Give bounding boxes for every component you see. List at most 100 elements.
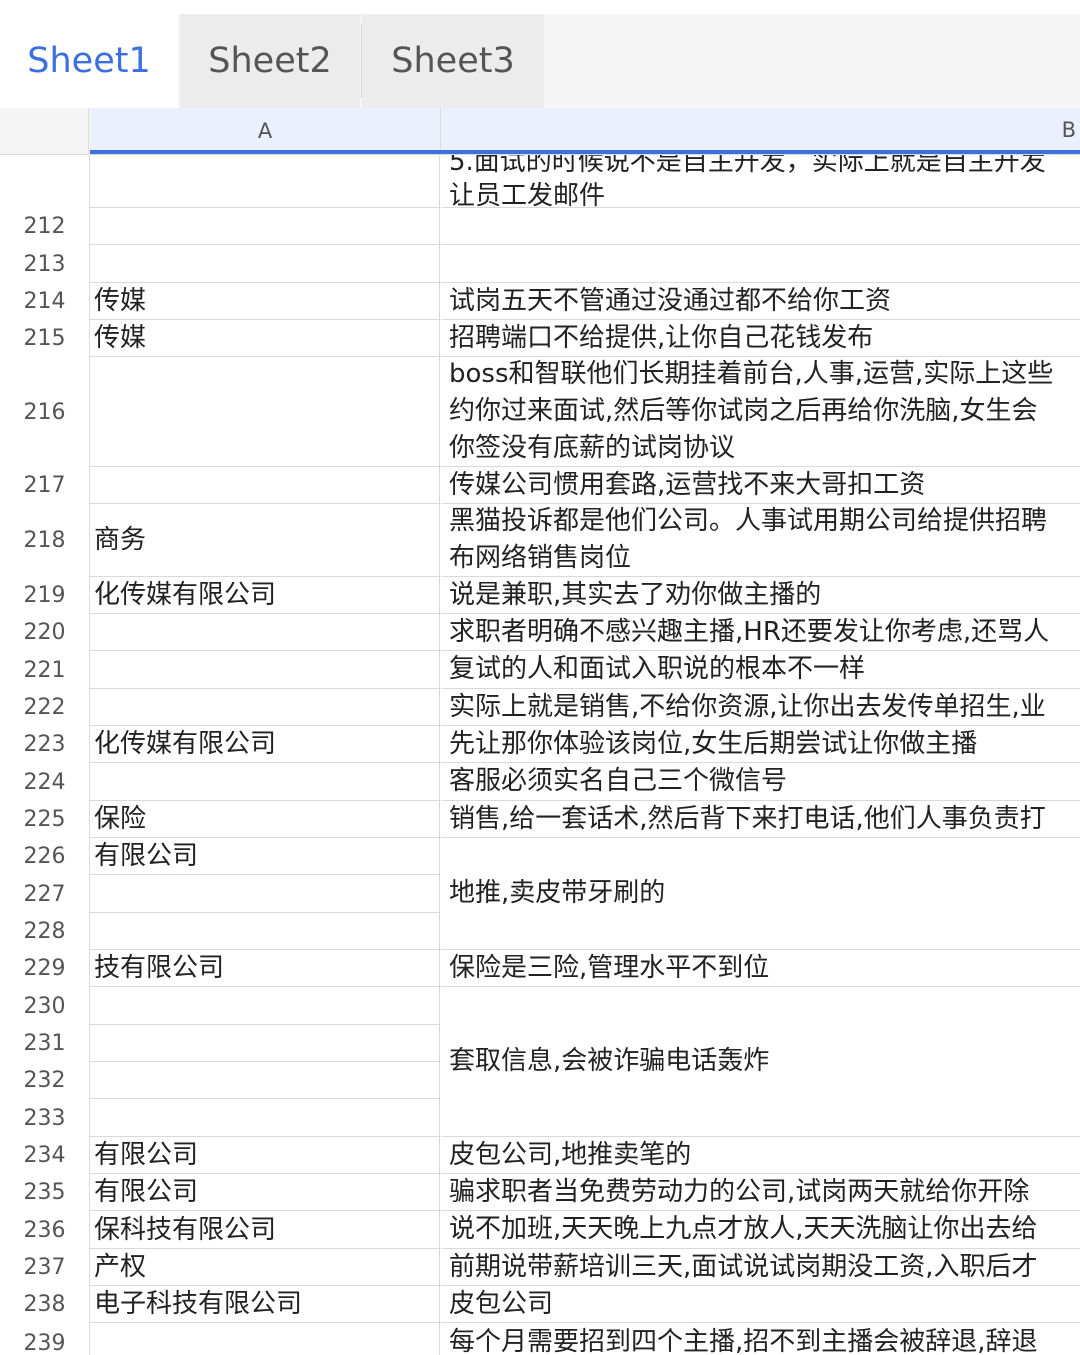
row-header[interactable]: 220 <box>0 614 89 651</box>
cell-text-line: 套取信息,会被诈骗电话轰炸 <box>449 1046 770 1076</box>
row-header[interactable]: 225 <box>0 801 89 838</box>
window-top-strip <box>0 0 1080 15</box>
row-header[interactable]: 232 <box>0 1062 89 1099</box>
row-header[interactable]: 216 <box>0 357 89 467</box>
cell-b[interactable]: 说是兼职,其实去了劝你做主播的 <box>441 577 1080 614</box>
cell-a[interactable]: 产权 <box>90 1249 440 1286</box>
cell-b[interactable]: 皮包公司 <box>441 1286 1080 1323</box>
row-header[interactable]: 217 <box>0 467 89 504</box>
cell-b[interactable]: 实际上就是销售,不给你资源,让你出去发传单招生,业 <box>441 689 1080 726</box>
cell-b[interactable] <box>441 208 1080 245</box>
column-header-b-label: B <box>1061 118 1076 142</box>
sheet-tab-bar: Sheet1 Sheet2 Sheet3 <box>0 14 1080 108</box>
row-header[interactable]: 236 <box>0 1211 89 1249</box>
cell-b[interactable]: 复试的人和面试入职说的根本不一样 <box>441 651 1080 689</box>
cell-a[interactable]: 化传媒有限公司 <box>90 577 440 614</box>
row-header[interactable]: 237 <box>0 1249 89 1286</box>
cell-a[interactable]: 传媒 <box>90 283 440 320</box>
cell-a[interactable]: 保险 <box>90 801 440 838</box>
cell-a[interactable] <box>90 1062 440 1099</box>
cell-a[interactable] <box>90 245 440 283</box>
cell-a[interactable]: 有限公司 <box>90 1137 440 1174</box>
cell-b[interactable]: 销售,给一套话术,然后背下来打电话,他们人事负责打 <box>441 801 1080 838</box>
cell-a[interactable]: 技有限公司 <box>90 950 440 987</box>
row-header[interactable]: 219 <box>0 577 89 614</box>
cell-b-merged[interactable]: 地推,卖皮带牙刷的 <box>441 838 1080 950</box>
cell-b[interactable]: 招聘端口不给提供,让你自己花钱发布 <box>441 320 1080 357</box>
cell-a[interactable] <box>90 208 440 245</box>
column-header-b[interactable]: B <box>440 108 1080 154</box>
cell-a[interactable]: 商务 <box>90 504 440 577</box>
cell-b-partial[interactable]: 5.面试的时候说不是自主开发，实际上就是自主开发 让员工发邮件 <box>441 155 1080 208</box>
cell-a[interactable] <box>90 987 440 1025</box>
cell-b[interactable]: 传媒公司惯用套路,运营找不来大哥扣工资 <box>441 467 1080 504</box>
cell-text-line: 招聘端口不给提供,让你自己花钱发布 <box>449 322 874 353</box>
cell-text-line: boss和智联他们长期挂着前台,人事,运营,实际上这些 <box>449 359 1054 389</box>
select-all-corner[interactable] <box>0 108 89 154</box>
column-selection-indicator <box>90 150 1080 154</box>
cell-b[interactable]: 骗求职者当免费劳动力的公司,试岗两天就给你开除 <box>441 1174 1080 1211</box>
row-header[interactable]: 230 <box>0 987 89 1025</box>
cell-a[interactable] <box>90 689 440 726</box>
row-header[interactable]: 212 <box>0 208 89 245</box>
row-header[interactable]: 239 <box>0 1323 89 1355</box>
cell-b[interactable]: 皮包公司,地推卖笔的 <box>441 1137 1080 1174</box>
cell-a[interactable] <box>90 467 440 504</box>
cell-text-line: 约你过来面试,然后等你试岗之后再给你洗脑,女生会 <box>449 396 1038 426</box>
cell-a[interactable]: 化传媒有限公司 <box>90 726 440 763</box>
tab-sheet2[interactable]: Sheet2 <box>180 14 360 108</box>
cell-text-line: 骗求职者当免费劳动力的公司,试岗两天就给你开除 <box>449 1176 1030 1207</box>
cell-a[interactable] <box>90 913 440 950</box>
cell-text-line: 地推,卖皮带牙刷的 <box>449 878 666 908</box>
cell-b[interactable]: 说不加班,天天晚上九点才放人,天天洗脑让你出去给 <box>441 1211 1080 1249</box>
row-header[interactable]: 215 <box>0 320 89 357</box>
cell-text-line: 布网络销售岗位 <box>449 543 632 573</box>
cell-a[interactable] <box>90 357 440 467</box>
cell-a[interactable]: 有限公司 <box>90 838 440 875</box>
cell-b[interactable]: 求职者明确不感兴趣主播,HR还要发让你考虑,还骂人 <box>441 614 1080 651</box>
cell-b[interactable] <box>441 245 1080 283</box>
cell-b[interactable]: 前期说带薪培训三天,面试说试岗期没工资,入职后才 <box>441 1249 1080 1286</box>
row-header[interactable]: 222 <box>0 689 89 726</box>
row-header[interactable]: 226 <box>0 838 89 875</box>
cell-a[interactable]: 保科技有限公司 <box>90 1211 440 1249</box>
column-header-a[interactable]: A <box>90 108 440 154</box>
cell-a[interactable]: 有限公司 <box>90 1174 440 1211</box>
cell-a[interactable] <box>90 1099 440 1137</box>
row-header[interactable]: 224 <box>0 763 89 801</box>
row-header[interactable]: 227 <box>0 875 89 913</box>
row-header[interactable]: 228 <box>0 913 89 950</box>
cell-a[interactable] <box>90 1025 440 1062</box>
cell-a[interactable] <box>90 1323 440 1355</box>
row-header[interactable]: 235 <box>0 1174 89 1211</box>
cell-a[interactable]: 传媒 <box>90 320 440 357</box>
cell-text-line: 客服必须实名自己三个微信号 <box>449 766 788 796</box>
cell-b[interactable]: 保险是三险,管理水平不到位 <box>441 950 1080 987</box>
cell-a[interactable] <box>90 614 440 651</box>
cell-b-merged[interactable]: 套取信息,会被诈骗电话轰炸 <box>441 987 1080 1137</box>
row-header[interactable]: 218 <box>0 504 89 577</box>
row-header[interactable]: 214 <box>0 283 89 320</box>
row-header[interactable]: 234 <box>0 1137 89 1174</box>
row-header[interactable]: 229 <box>0 950 89 987</box>
cell-b[interactable]: 黑猫投诉都是他们公司。人事试用期公司给提供招聘 布网络销售岗位 <box>441 504 1080 577</box>
row-header[interactable]: 221 <box>0 651 89 689</box>
cell-a[interactable] <box>90 651 440 689</box>
row-header[interactable]: 223 <box>0 726 89 763</box>
cell-a[interactable]: 电子科技有限公司 <box>90 1286 440 1323</box>
row-header[interactable]: 213 <box>0 245 89 283</box>
cell-b[interactable]: 先让那你体验该岗位,女生后期尝试让你做主播 <box>441 726 1080 763</box>
cell-b[interactable]: 试岗五天不管通过没通过都不给你工资 <box>441 283 1080 320</box>
row-header-partial[interactable] <box>0 155 89 208</box>
cell-a[interactable] <box>90 875 440 913</box>
cell-a-partial[interactable] <box>90 155 440 208</box>
tab-sheet3[interactable]: Sheet3 <box>362 14 544 108</box>
cell-b[interactable]: 客服必须实名自己三个微信号 <box>441 763 1080 801</box>
row-header[interactable]: 233 <box>0 1099 89 1137</box>
cell-a[interactable] <box>90 763 440 801</box>
row-header[interactable]: 231 <box>0 1025 89 1062</box>
row-header[interactable]: 238 <box>0 1286 89 1323</box>
cell-b[interactable]: boss和智联他们长期挂着前台,人事,运营,实际上这些 约你过来面试,然后等你试岗… <box>441 357 1080 467</box>
cell-b[interactable]: 每个月需要招到四个主播,招不到主播会被辞退,辞退 <box>441 1323 1080 1355</box>
tab-sheet1[interactable]: Sheet1 <box>0 14 178 108</box>
